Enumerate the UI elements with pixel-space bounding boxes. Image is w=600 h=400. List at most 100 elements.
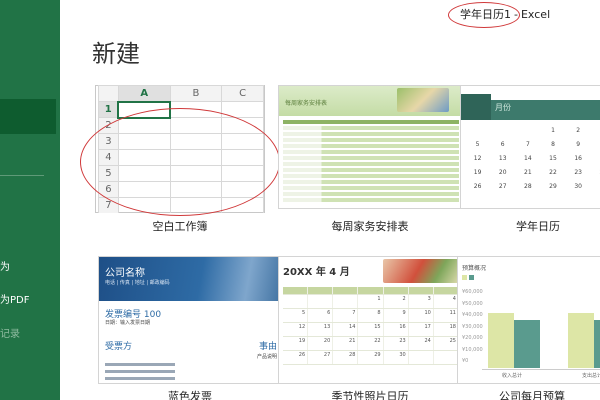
backstage-sidebar: 为 为PDF 记录 [0,0,60,400]
cell [169,117,223,134]
column-header-c: C [221,85,264,102]
calendar-day: 7 [333,309,359,322]
calendar-day: 26 [283,351,309,364]
calendar-day: 27 [308,351,334,364]
calendar-day: 11 [434,309,459,322]
calendar-day: 17 [409,323,434,336]
calendar-day: 22 [358,337,384,350]
calendar-day: 9 [384,309,409,322]
template-label-seasonal-calendar[interactable]: 季节性照片日历 [278,388,462,400]
calendar-day: 27 [498,183,507,190]
calendar-day: 30 [574,183,582,190]
row-header: 6 [98,181,119,198]
row-header: 2 [98,117,119,134]
row-header: 7 [98,197,119,213]
invoice-bill-to: 受票方 [105,342,133,352]
calendar-day: 28 [524,183,532,190]
calendar-day: 29 [549,183,557,190]
cell [221,133,264,150]
calendar-day: 2 [576,127,581,134]
cell [117,165,171,182]
calendar-day: 3 [591,124,600,138]
calendar-day: 23 [384,337,409,350]
template-label-school-calendar[interactable]: 学年日历 [446,218,600,234]
calendar-day: 24 [409,337,434,350]
calendar-day: 18 [434,323,459,336]
template-label-blank[interactable]: 空白工作簿 [88,218,272,234]
cell [221,101,264,118]
y-tick-label: ¥0 [462,358,469,364]
calendar-day: 25 [434,337,459,350]
calendar-week-row: 1234 [465,124,600,138]
y-tick-label: ¥40,000 [462,312,483,318]
sidebar-item-history[interactable]: 记录 [0,325,20,340]
template-tile-blue-invoice[interactable]: 公司名称 电话 | 传真 | 地址 | 邮政编码 发票编号 100 日期：输入发… [98,256,282,384]
x-category-label: 收入总计 [502,373,523,379]
calendar-day: 6 [500,141,505,148]
calendar-day: 28 [333,351,359,364]
y-tick-label: ¥20,000 [462,335,483,341]
cell [117,197,171,213]
calendar-day: 3 [409,295,434,308]
legend-swatch [468,275,474,280]
calendar-day: 15 [549,155,557,162]
calendar-day: 16 [384,323,409,336]
calendar-day: 21 [333,337,359,350]
row-header: 5 [98,165,119,182]
cell [169,197,223,213]
template-label-chores[interactable]: 每周家务安排表 [278,218,462,234]
calendar-day: 19 [283,337,309,350]
cell [169,149,223,166]
active-cell [117,100,172,119]
calendar-day [591,180,600,194]
budget-baseline [482,369,600,370]
template-tile-school-calendar[interactable]: 月份 1234567891011121314151617181920212223… [460,85,600,209]
page-title: 新建 [92,40,140,68]
template-tile-seasonal-calendar[interactable]: 20XX 年 4 月 1 2 3 4 5 6 7 8 9 10 11 12 13 14 15 16 17 18 19… [278,256,462,384]
calendar-day: 1 [358,295,384,308]
sidebar-item-save-as[interactable]: 为 [0,258,10,273]
invoice-address: 电话 | 传真 | 地址 | 邮政编码 [105,280,170,286]
blank-workbook-grid: A B C 1 2 3 4 5 6 7 [98,85,264,213]
calendar-day: 19 [473,169,482,176]
invoice-date: 日期：输入发票日期 [105,320,151,326]
calendar-day: 10 [591,138,600,152]
calendar-day: 24 [591,166,600,180]
calendar-day: 5 [475,141,480,148]
x-category-label: 支出总计 [582,373,600,379]
calendar-day [490,124,515,138]
cell [221,149,264,166]
calendar-grid: 1234567891011121314151617181920212223242… [465,124,600,194]
template-tile-monthly-budget[interactable]: 预算概况 ¥60,000 ¥50,000 ¥40,000 ¥30,000 ¥20,000… [457,256,600,384]
calendar-day: 21 [524,169,532,176]
cell [117,133,171,150]
calendar-day: 10 [409,309,434,322]
budget-chart-title: 预算概况 [462,265,487,272]
row-header: 3 [98,133,119,150]
cell [221,181,264,198]
calendar-day: 13 [498,155,507,162]
sidebar-item-new[interactable] [0,99,56,134]
cell [221,117,264,134]
cell [221,197,264,213]
y-tick-label: ¥60,000 [462,289,483,295]
template-tile-chores[interactable]: 每周家务安排表 [278,85,462,209]
budget-bar [594,320,600,368]
calendar-week-row: 1234 [283,295,459,309]
cell [169,165,223,182]
calendar-day: 13 [308,323,334,336]
calendar-day: 23 [574,169,582,176]
chores-photo-image [397,88,449,112]
calendar-month-label: 月份 [495,103,511,112]
invoice-company-name: 公司名称 [105,268,145,279]
chores-inner-title: 每周家务安排表 [285,100,328,107]
template-label-blue-invoice[interactable]: 蓝色发票 [98,388,282,400]
calendar-day [465,124,490,138]
title-separator: - [514,8,518,21]
calendar-week-row: 12131415161718 [465,152,600,166]
y-tick-label: ¥50,000 [462,300,483,307]
sidebar-item-save-as-pdf[interactable]: 为PDF [0,291,29,306]
app-name: Excel [520,8,551,21]
template-label-monthly-budget[interactable]: 公司每月预算 [440,388,600,400]
row-header: 1 [98,101,119,118]
